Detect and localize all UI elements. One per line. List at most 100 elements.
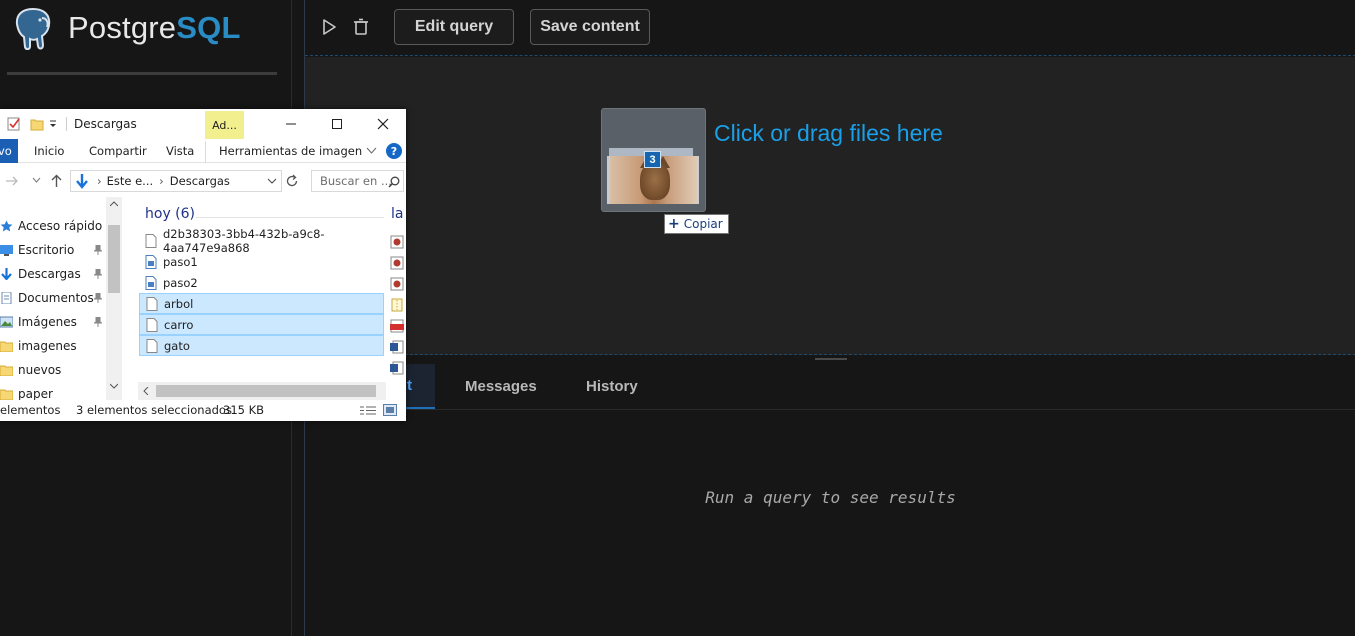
- breadcrumb-descargas[interactable]: Descargas: [170, 174, 230, 188]
- pin-icon[interactable]: [94, 317, 102, 327]
- refresh-icon[interactable]: [285, 174, 299, 188]
- file-name: carro: [164, 317, 194, 332]
- nav-scroll-thumb[interactable]: [108, 225, 120, 293]
- contextual-tab-label[interactable]: Ad...: [205, 111, 244, 139]
- pin-icon[interactable]: [94, 245, 102, 255]
- video-file-icon: [390, 277, 404, 291]
- desktop-icon: [0, 245, 13, 256]
- explorer-address-bar: › Este e... › Descargas Buscar en ...: [0, 166, 406, 196]
- close-button[interactable]: [360, 109, 406, 139]
- tab-file[interactable]: vo: [0, 139, 18, 163]
- star-icon: [0, 220, 13, 232]
- folder-icon: [0, 365, 13, 376]
- documents-icon: [1, 292, 12, 304]
- file-name: paso1: [163, 254, 198, 269]
- file-row-selected[interactable]: gato: [139, 335, 384, 356]
- file-row-selected[interactable]: carro: [139, 314, 384, 335]
- window-title: Descargas: [74, 117, 137, 131]
- file-name: gato: [164, 338, 190, 353]
- address-dropdown-icon[interactable]: [267, 178, 277, 185]
- panel-splitter[interactable]: [305, 356, 1355, 364]
- splitter-handle[interactable]: [815, 358, 847, 360]
- file-row[interactable]: d2b38303-3bb4-432b-a9c8-4aa747e9a868: [139, 227, 384, 255]
- file-list-pane: hoy (6) la d2b38303-3bb4-432b-a9c8-4aa74…: [138, 197, 406, 400]
- tab-history[interactable]: History: [586, 364, 638, 409]
- up-icon[interactable]: [50, 174, 63, 188]
- group-header-today[interactable]: hoy (6): [145, 206, 195, 222]
- minimize-button[interactable]: [268, 109, 314, 139]
- breadcrumb-this-pc[interactable]: Este e...: [107, 174, 154, 188]
- chevron-down-icon[interactable]: [366, 147, 377, 155]
- video-file-icon: [390, 235, 404, 249]
- file-row[interactable]: paso2: [139, 272, 384, 293]
- tab-vista[interactable]: Vista: [166, 139, 194, 163]
- nav-item-label: Acceso rápido: [18, 219, 103, 233]
- pin-icon[interactable]: [94, 269, 102, 279]
- file-name: paso2: [163, 275, 198, 290]
- app-title-text: Postgre: [68, 10, 177, 45]
- details-view-icon[interactable]: [360, 405, 376, 416]
- forward-icon[interactable]: [5, 175, 19, 187]
- minimize-icon: [286, 123, 296, 125]
- search-icon[interactable]: [388, 176, 400, 188]
- horizontal-scrollbar[interactable]: [138, 382, 386, 400]
- nav-item-imagenes[interactable]: Imágenes: [0, 311, 106, 333]
- save-content-button[interactable]: Save content: [530, 9, 650, 45]
- breadcrumb-sep-icon: ›: [97, 174, 102, 188]
- nav-item-label: paper: [18, 387, 53, 401]
- scroll-left-icon[interactable]: [143, 387, 149, 395]
- download-arrow-icon: [76, 174, 88, 189]
- tab-inicio[interactable]: Inicio: [34, 139, 64, 163]
- edit-query-button[interactable]: Edit query: [394, 9, 514, 45]
- nav-scrollbar[interactable]: [106, 197, 122, 400]
- status-size: 315 KB: [223, 403, 265, 417]
- nav-item-label: imagenes: [18, 339, 77, 353]
- maximize-icon: [332, 119, 342, 129]
- file-icon: [146, 296, 158, 311]
- explorer-titlebar[interactable]: Descargas Ad...: [0, 109, 406, 139]
- properties-icon[interactable]: [7, 117, 21, 131]
- pin-icon[interactable]: [94, 293, 102, 303]
- tab-herramientas-imagen[interactable]: Herramientas de imagen: [219, 139, 362, 163]
- group-header-next[interactable]: la: [391, 206, 403, 222]
- nav-item-descargas[interactable]: Descargas: [0, 263, 106, 285]
- nav-item-label: Imágenes: [18, 315, 77, 329]
- nav-item-escritorio[interactable]: Escritorio: [0, 239, 106, 261]
- file-row[interactable]: paso1: [139, 251, 384, 272]
- search-input[interactable]: Buscar en ...: [311, 170, 404, 192]
- scroll-up-icon[interactable]: [110, 201, 118, 207]
- recent-locations-icon[interactable]: [32, 177, 41, 183]
- image-file-icon: [145, 275, 157, 290]
- word-file-icon: [390, 361, 404, 375]
- navigation-pane: Acceso rápido Escritorio Descargas Docum…: [0, 197, 122, 401]
- maximize-button[interactable]: [314, 109, 360, 139]
- search-placeholder: Buscar en ...: [320, 174, 392, 188]
- nav-item-label: nuevos: [18, 363, 62, 377]
- address-box[interactable]: › Este e... › Descargas: [70, 170, 282, 192]
- trash-icon[interactable]: [353, 18, 369, 36]
- tab-compartir[interactable]: Compartir: [89, 139, 147, 163]
- dropzone-prompt[interactable]: Click or drag files here: [714, 120, 943, 147]
- nav-item-label: Escritorio: [18, 243, 75, 257]
- plus-icon: +: [668, 216, 680, 232]
- status-item-count: elementos: [0, 403, 61, 417]
- customize-dropdown-icon[interactable]: [48, 117, 58, 131]
- drag-count-badge: 3: [644, 151, 661, 168]
- new-folder-icon[interactable]: [30, 117, 44, 131]
- play-icon[interactable]: [321, 18, 337, 36]
- nav-item-quick-access[interactable]: Acceso rápido: [0, 215, 106, 237]
- app-title: PostgreSQL: [68, 10, 241, 46]
- nav-item-documentos[interactable]: Documentos: [0, 287, 106, 309]
- file-dropzone[interactable]: 3 Click or drag files here + Copiar: [305, 57, 1355, 355]
- elephant-icon: [15, 7, 51, 50]
- nav-item-folder-imagenes[interactable]: imagenes: [0, 335, 106, 357]
- scroll-down-icon[interactable]: [110, 383, 118, 389]
- status-selection: 3 elementos seleccionados: [76, 403, 232, 417]
- tab-messages[interactable]: Messages: [465, 364, 537, 409]
- results-empty-message: Run a query to see results: [705, 488, 956, 507]
- nav-item-folder-nuevos[interactable]: nuevos: [0, 359, 106, 381]
- help-icon[interactable]: ?: [386, 143, 402, 159]
- horizontal-scroll-thumb[interactable]: [156, 385, 376, 397]
- file-row-selected[interactable]: arbol: [139, 293, 384, 314]
- large-icons-view-icon[interactable]: [383, 404, 397, 416]
